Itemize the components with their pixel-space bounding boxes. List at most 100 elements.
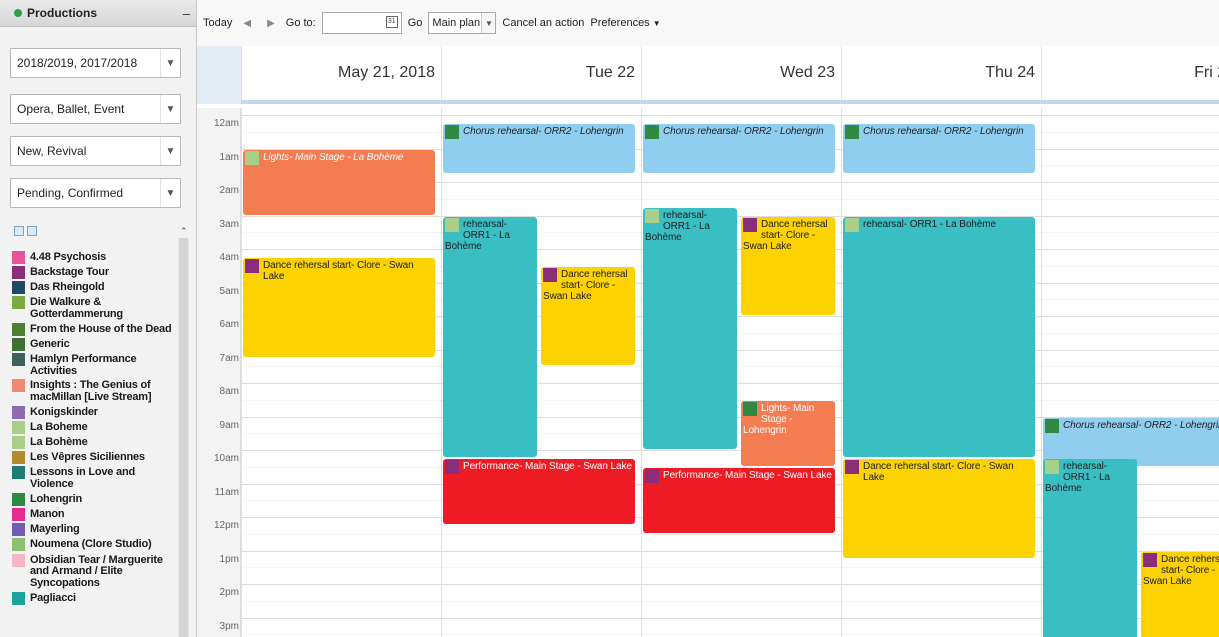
production-item[interactable]: Insights : The Genius of macMillan [Live… — [12, 379, 178, 405]
calendar-event[interactable]: rehearsal- ORR1 - La Bohème — [443, 216, 537, 458]
event-production-tag — [445, 217, 459, 232]
calendar-event[interactable]: rehearsal- ORR1 - La Bohème — [1043, 459, 1137, 637]
deselect-all-icon[interactable] — [27, 226, 37, 236]
status-filter[interactable]: New, Revival ▼ — [10, 136, 181, 166]
production-item[interactable]: Konigskinder — [12, 405, 178, 420]
production-item[interactable]: From the House of the Dead — [12, 322, 178, 337]
calendar-event[interactable]: Dance rehersal start- Clore - Swan Lake — [541, 266, 635, 366]
cancel-action-button[interactable]: Cancel an action — [502, 17, 584, 29]
calendar-event[interactable]: Dance rehersal start- Clore - Swan Lake — [741, 216, 835, 315]
type-filter[interactable]: Opera, Ballet, Event ▼ — [10, 94, 181, 124]
production-item[interactable]: La Boheme — [12, 420, 178, 435]
production-item[interactable]: Lohengrin — [12, 492, 178, 507]
calendar-event[interactable]: Lights- Main Stage - Lohengrin — [741, 400, 835, 466]
event-production-tag — [845, 125, 859, 140]
hour-label: 6am — [219, 319, 239, 330]
season-filter[interactable]: 2018/2019, 2017/2018 ▼ — [10, 48, 181, 78]
production-item[interactable]: Generic — [12, 337, 178, 352]
today-button[interactable]: Today — [203, 17, 232, 29]
calendar-event[interactable]: Dance rehersal start- Clore - Swan Lake — [843, 459, 1035, 558]
hour-label: 12pm — [213, 520, 239, 531]
calendar-event[interactable]: Chorus rehearsal- ORR2 - Lohengrin — [443, 124, 635, 173]
production-name: La Boheme — [30, 420, 88, 433]
day-header[interactable]: Tue 22 — [441, 46, 641, 100]
production-name: Noumena (Clore Studio) — [30, 538, 152, 551]
chevron-down-icon[interactable]: ▼ — [160, 179, 180, 207]
production-item[interactable]: La Bohème — [12, 435, 178, 450]
production-name: La Bohème — [30, 436, 88, 449]
previous-arrow-icon[interactable]: ◀ — [238, 18, 256, 29]
preferences-menu[interactable]: Preferences ▼ — [590, 17, 660, 29]
collapse-button[interactable]: – — [183, 6, 190, 21]
event-title: Dance rehersal start- Clore - Swan Lake — [863, 461, 1014, 484]
day-header[interactable]: Thu 24 — [841, 46, 1041, 100]
calendar-event[interactable]: Chorus rehearsal- ORR2 - Lohengrin — [843, 124, 1035, 173]
status-dot-icon — [14, 9, 22, 17]
event-production-tag — [645, 468, 659, 483]
event-production-tag — [245, 259, 259, 274]
chevron-down-icon[interactable]: ▼ — [160, 49, 180, 77]
header-corner — [197, 46, 241, 104]
confirmation-filter-value: Pending, Confirmed — [17, 186, 124, 200]
time-grid[interactable]: 12am 1am 2am 3am 4am 5am 6am 7am 8am 9am 10am 11am 1… — [197, 108, 1219, 637]
production-name: Mayerling — [30, 523, 80, 536]
production-name: Lohengrin — [30, 492, 82, 505]
production-item[interactable]: Manon — [12, 507, 178, 522]
production-item[interactable]: Backstage Tour — [12, 265, 178, 280]
production-item[interactable]: Pagliacci — [12, 591, 178, 606]
production-item[interactable]: Les Vêpres Siciliennes — [12, 451, 178, 466]
production-item[interactable]: 4.48 Psychosis — [12, 250, 178, 265]
day-header[interactable]: Wed 23 — [641, 46, 841, 100]
production-color-swatch — [12, 538, 25, 552]
day-header[interactable]: May 21, 2018 — [241, 46, 441, 100]
production-color-swatch — [12, 436, 25, 450]
production-color-swatch — [12, 322, 25, 336]
hour-label: 12am — [213, 118, 239, 129]
calendar-event[interactable]: Performance- Main Stage - Swan Lake — [443, 459, 635, 525]
production-tools — [14, 226, 37, 236]
production-color-swatch — [12, 352, 25, 366]
preferences-label: Preferences — [590, 17, 650, 29]
production-item[interactable]: Hamlyn Performance Activities — [12, 352, 178, 378]
chevron-down-icon[interactable]: ▼ — [160, 95, 180, 123]
hour-label: 3am — [219, 218, 239, 230]
day-header[interactable]: Fri 25 — [1041, 46, 1219, 100]
calendar-event[interactable]: Performance- Main Stage - Swan Lake — [643, 467, 835, 533]
production-item[interactable]: Die Walkure & Gotterdammerung — [12, 296, 178, 322]
chevron-down-icon[interactable]: ▼ — [481, 13, 496, 33]
event-production-tag — [1045, 460, 1059, 475]
production-name: Lessons in Love and Violence — [30, 466, 136, 490]
production-name: From the House of the Dead — [30, 322, 172, 335]
calendar-event[interactable]: rehearsal- ORR1 - La Bohème — [643, 208, 737, 449]
event-production-tag — [245, 150, 259, 165]
scroll-up-icon[interactable]: ⌃ — [180, 226, 188, 237]
production-list: 4.48 Psychosis Backstage Tour Das Rheingol… — [12, 250, 178, 637]
type-filter-value: Opera, Ballet, Event — [17, 102, 125, 116]
production-item[interactable]: Obsidian Tear / Marguerite and Armand / … — [12, 553, 178, 591]
production-item[interactable]: Lessons in Love and Violence — [12, 466, 178, 492]
calendar-event[interactable]: rehearsal- ORR1 - La Bohème — [843, 216, 1035, 458]
scrollbar-thumb[interactable] — [179, 238, 188, 637]
calendar-event[interactable]: Chorus rehearsal- ORR2 - Lohengrin — [643, 124, 835, 173]
production-item[interactable]: Das Rheingold — [12, 280, 178, 295]
hour-label: 1pm — [219, 553, 239, 565]
production-item[interactable]: Noumena (Clore Studio) — [12, 538, 178, 553]
calendar-event[interactable]: Dance rehersal start- Clore - Swan Lake — [1141, 551, 1219, 637]
calendar-event[interactable]: Lights- Main Stage - La Bohème — [243, 149, 435, 215]
chevron-down-icon[interactable]: ▼ — [160, 137, 180, 165]
select-all-icon[interactable] — [14, 226, 24, 236]
production-list-scrollbar[interactable]: ⌃ — [178, 226, 189, 637]
go-button[interactable]: Go — [408, 17, 423, 29]
sidebar-header: Productions – — [0, 0, 196, 27]
calendar-event[interactable]: Dance rehersal start- Clore - Swan Lake — [243, 258, 435, 357]
confirmation-filter[interactable]: Pending, Confirmed ▼ — [10, 178, 181, 208]
production-color-swatch — [12, 466, 25, 480]
goto-date-input[interactable]: 31 — [321, 12, 402, 34]
event-title: Chorus rehearsal- ORR2 - Lohengrin — [663, 126, 824, 138]
next-arrow-icon[interactable]: ▶ — [262, 18, 280, 29]
calendar-icon[interactable]: 31 — [385, 16, 398, 28]
production-item[interactable]: Mayerling — [12, 523, 178, 538]
production-name: Les Vêpres Siciliennes — [30, 451, 145, 464]
view-select[interactable]: Main planı ▼ — [428, 12, 497, 34]
event-production-tag — [543, 267, 557, 282]
